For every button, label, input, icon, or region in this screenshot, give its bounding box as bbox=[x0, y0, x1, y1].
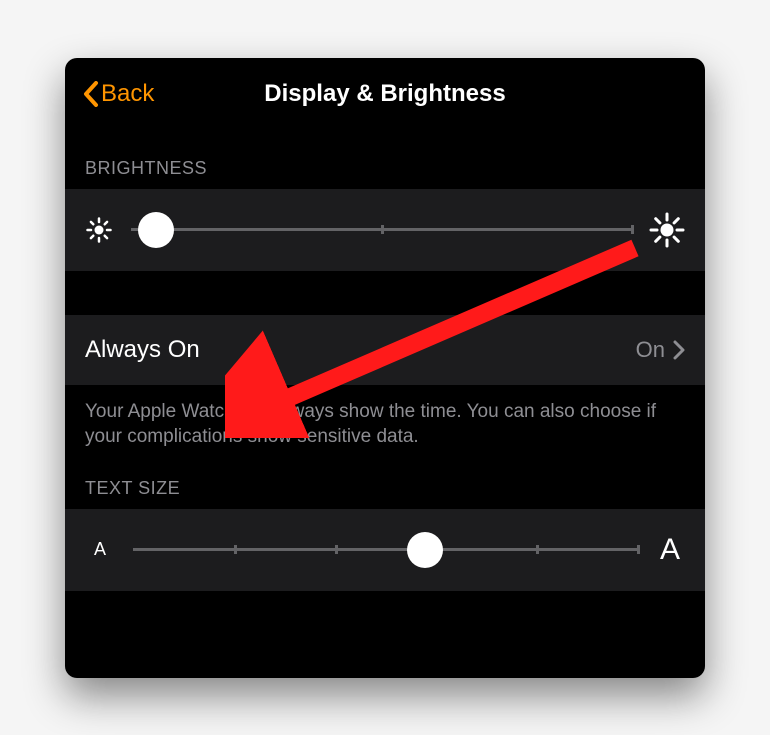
text-size-large-icon: A bbox=[655, 533, 685, 567]
text-size-slider-row: A A bbox=[65, 509, 705, 591]
brightness-slider-row bbox=[65, 189, 705, 271]
text-size-small-icon: A bbox=[85, 539, 115, 560]
brightness-high-icon bbox=[649, 212, 685, 248]
text-size-slider[interactable] bbox=[133, 548, 637, 551]
navigation-bar: Back Display & Brightness bbox=[65, 58, 705, 130]
text-size-slider-thumb[interactable] bbox=[407, 532, 443, 568]
brightness-low-icon bbox=[85, 216, 113, 244]
always-on-value: On bbox=[636, 337, 665, 363]
always-on-row[interactable]: Always On On bbox=[65, 315, 705, 385]
back-button[interactable]: Back bbox=[83, 80, 154, 108]
section-header-text-size: TEXT SIZE bbox=[65, 450, 705, 509]
brightness-slider[interactable] bbox=[131, 228, 631, 231]
settings-screen: Back Display & Brightness BRIGHTNESS bbox=[65, 58, 705, 678]
page-title: Display & Brightness bbox=[65, 80, 705, 108]
always-on-label: Always On bbox=[85, 336, 200, 364]
chevron-left-icon bbox=[83, 81, 99, 107]
always-on-footer: Your Apple Watch can always show the tim… bbox=[65, 385, 705, 450]
back-label: Back bbox=[101, 80, 154, 108]
brightness-slider-thumb[interactable] bbox=[138, 212, 174, 248]
section-header-brightness: BRIGHTNESS bbox=[65, 130, 705, 189]
chevron-right-icon bbox=[673, 340, 685, 360]
